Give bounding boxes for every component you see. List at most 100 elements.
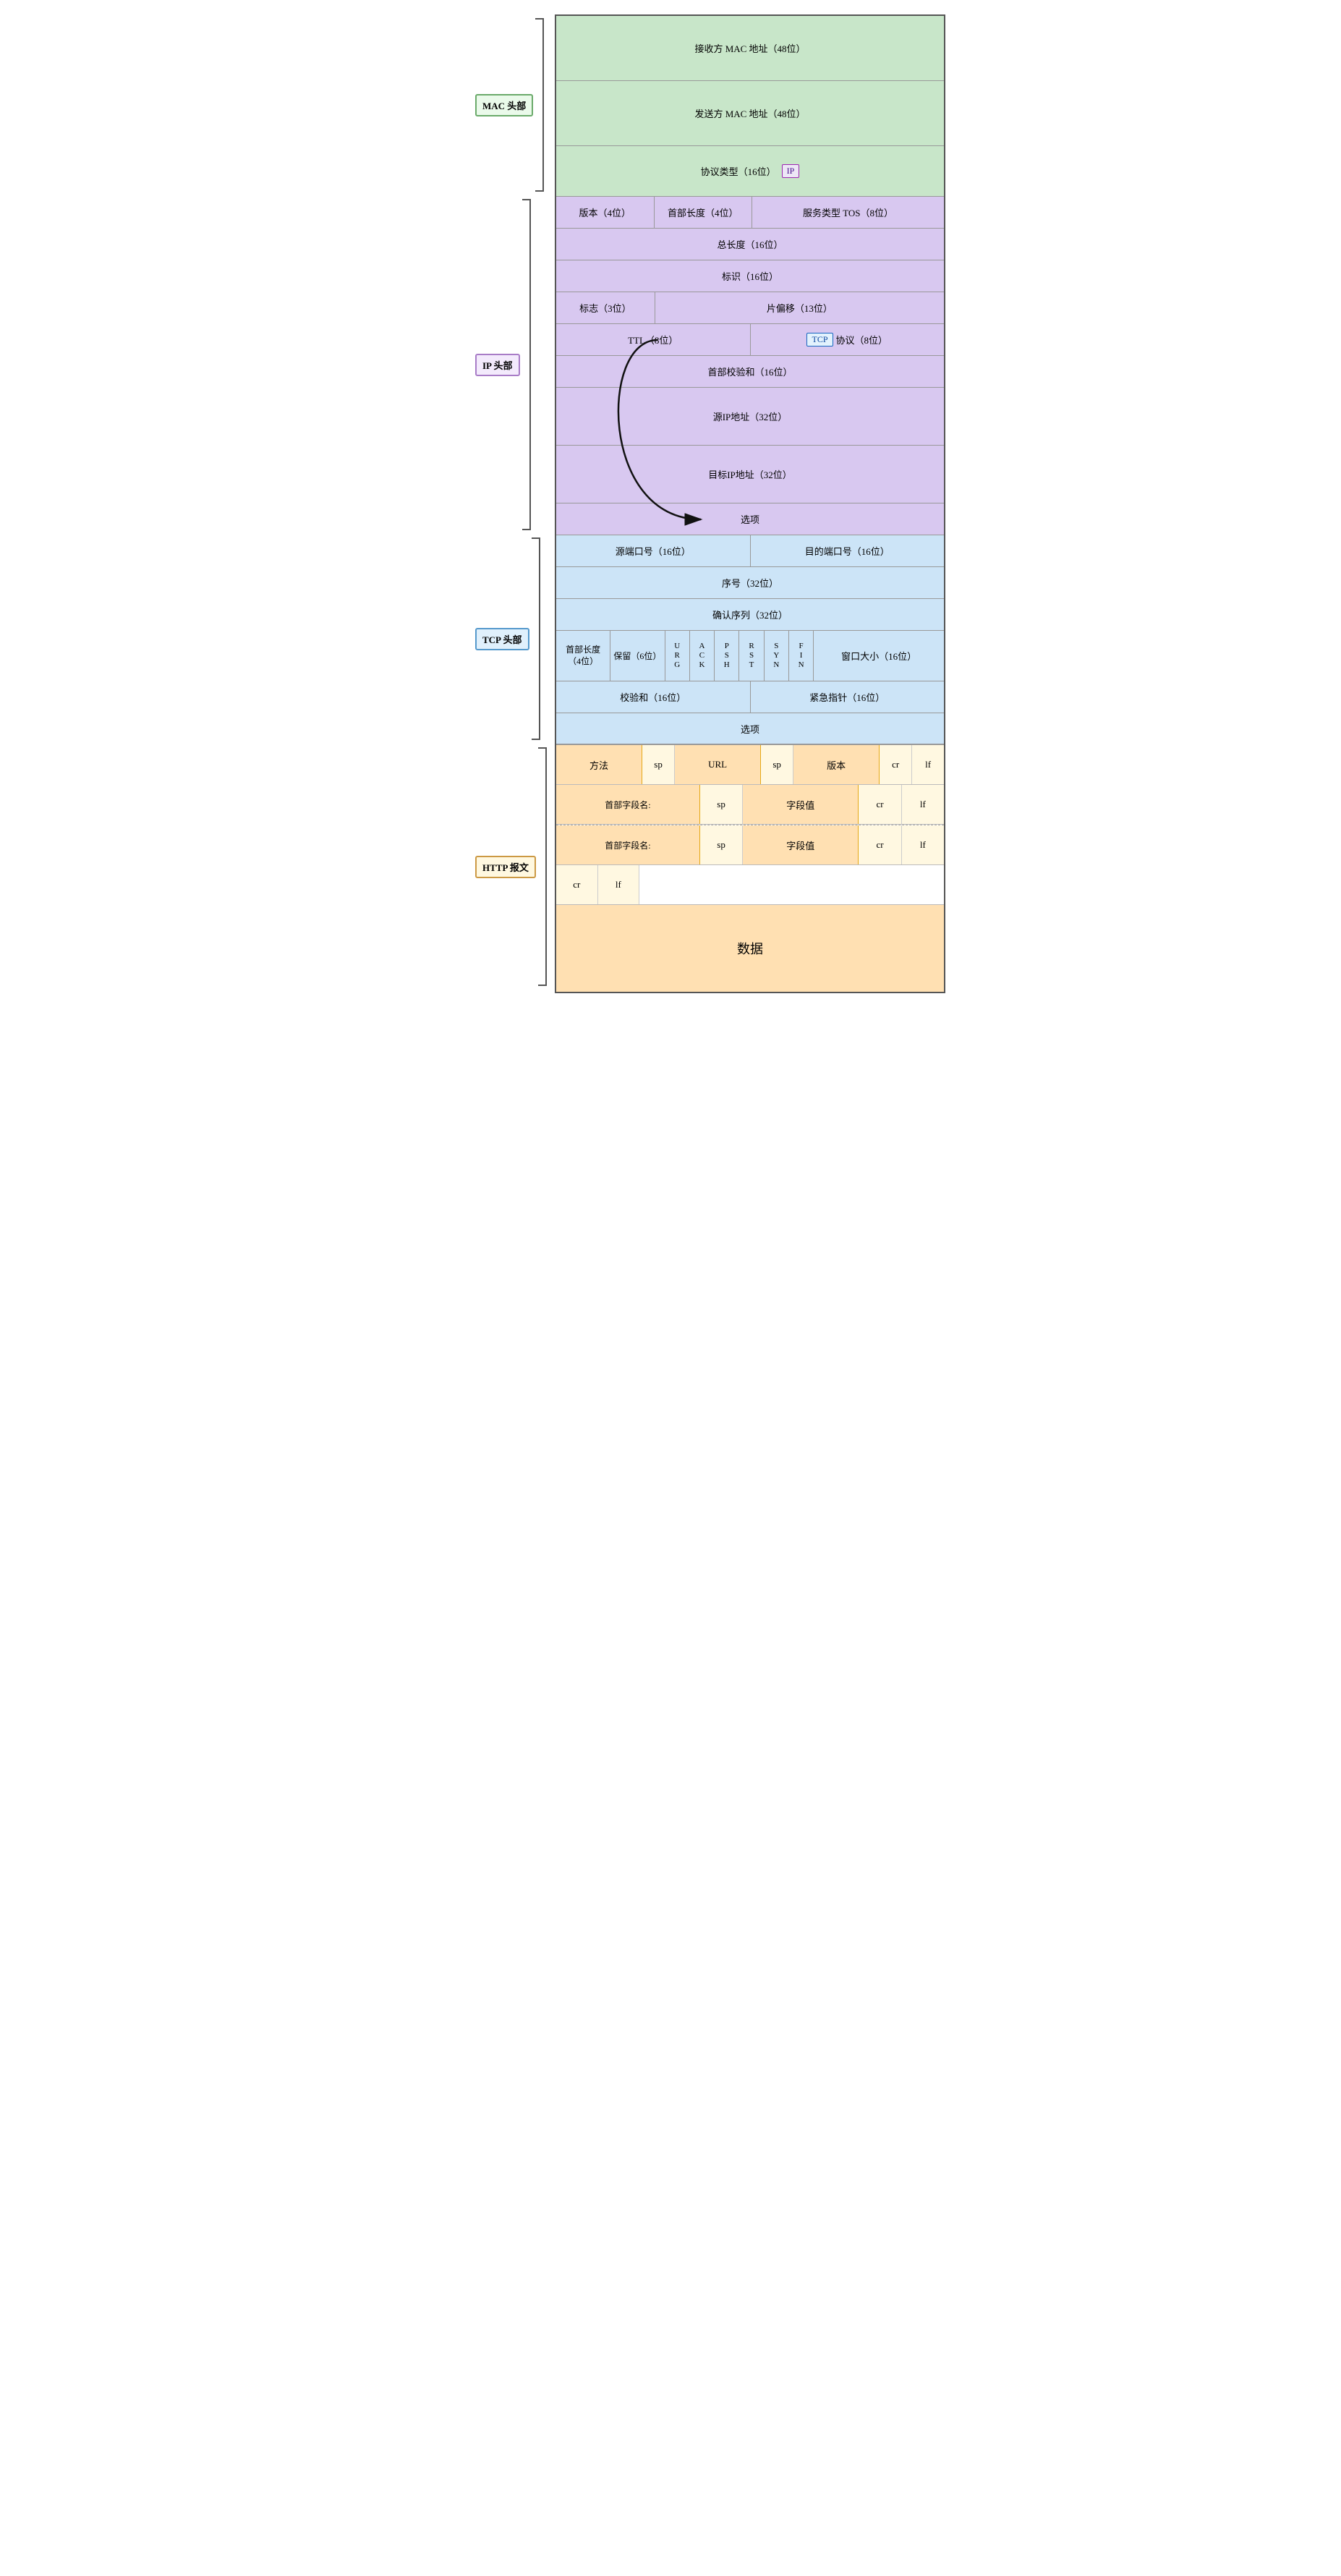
http-lf1: lf (912, 745, 944, 784)
ip-fragoff-text: 片偏移（13位） (767, 301, 833, 315)
tcp-label-box: TCP 头部 (475, 628, 529, 650)
tcp-window-text: 窗口大小（16位） (841, 649, 916, 663)
tcp-row4: 首部长度 （4位） 保留（6位） U R G A C K (556, 631, 944, 681)
tcp-dstport-text: 目的端口号（16位） (805, 544, 890, 558)
ip-checksum: 首部校验和（16位） (556, 356, 944, 387)
mac-row-src: 发送方 MAC 地址（48位） (556, 81, 944, 146)
ip-ident-text: 标识（16位） (722, 269, 778, 283)
tcp-checksum: 校验和（16位） (556, 681, 751, 713)
tcp-flag-rst: R S T (739, 631, 764, 681)
ip-proto-text: 协议（8位） (836, 333, 888, 347)
http-cr3-text: cr (876, 839, 883, 851)
http-lf3-text: lf (920, 839, 926, 851)
mac-brace (535, 18, 544, 192)
mac-label-group: MAC 头部 (475, 14, 555, 195)
ip-label-box: IP 头部 (475, 354, 520, 376)
ip-src-text: 源IP地址（32位） (713, 409, 788, 423)
ip-options-text: 选项 (741, 512, 759, 526)
http-section: 方法 sp URL sp 版本 (556, 745, 944, 992)
tcp-flag-psh: P S H (715, 631, 739, 681)
tcp-row6: 选项 (556, 713, 944, 745)
mac-row-proto: 协议类型（16位） IP (556, 146, 944, 197)
http-method-text: 方法 (589, 758, 608, 772)
tcp-srcport-text: 源端口号（16位） (616, 544, 691, 558)
tcp-reserved-text: 保留（6位） (613, 650, 661, 662)
mac-ip-tag-text: IP (787, 166, 795, 176)
http-cr2: cr (859, 785, 901, 824)
http-sp2-text: sp (772, 759, 781, 770)
ip-label-text: IP 头部 (482, 360, 513, 371)
ip-row2: 总长度（16位） (556, 229, 944, 260)
tcp-flag-urg: U R G (665, 631, 690, 681)
ip-row5: TTL（8位） TCP 协议（8位） (556, 324, 944, 356)
http-field2-name-text: 首部字段名: (605, 839, 650, 851)
tcp-ack-text: 确认序列（32位） (712, 608, 788, 621)
ip-row3: 标识（16位） (556, 260, 944, 292)
http-field2-name: 首部字段名: (556, 825, 700, 864)
http-sp2: sp (761, 745, 793, 784)
page-layout: MAC 头部 IP 头部 TCP 头部 (396, 14, 945, 993)
ip-ident: 标识（16位） (556, 260, 944, 292)
tcp-hdrlen-text: 首部长度 （4位） (566, 645, 600, 667)
http-label-text: HTTP 报文 (482, 862, 529, 873)
tcp-seq: 序号（32位） (556, 567, 944, 598)
mac-src-cell: 发送方 MAC 地址（48位） (556, 81, 944, 145)
tcp-row2: 序号（32位） (556, 567, 944, 599)
http-sp4-text: sp (717, 839, 725, 851)
http-cr4-text: cr (573, 879, 580, 890)
http-version: 版本 (793, 745, 880, 784)
http-sp1-text: sp (654, 759, 663, 770)
tcp-flag-syn: S Y N (765, 631, 789, 681)
tcp-tag-text: TCP (812, 334, 827, 344)
http-lf1-text: lf (925, 759, 931, 770)
tcp-options-text: 选项 (741, 722, 759, 736)
tcp-options: 选项 (556, 713, 944, 744)
tcp-row1: 源端口号（16位） 目的端口号（16位） (556, 535, 944, 567)
http-sp1: sp (642, 745, 675, 784)
ip-version: 版本（4位） (556, 197, 655, 228)
ip-row6: 首部校验和（16位） (556, 356, 944, 388)
http-lf2: lf (902, 785, 944, 824)
http-lf4-text: lf (616, 879, 621, 890)
ip-totlen: 总长度（16位） (556, 229, 944, 260)
mac-src-text: 发送方 MAC 地址（48位） (694, 106, 805, 120)
tcp-reserved: 保留（6位） (610, 631, 665, 681)
ip-tos: 服务类型 TOS（8位） (752, 197, 944, 228)
http-data-text: 数据 (737, 939, 763, 958)
http-cr2-text: cr (876, 799, 883, 810)
http-row2: 首部字段名: sp 字段值 cr lf (556, 785, 944, 825)
tcp-label-group: TCP 头部 (475, 534, 555, 744)
mac-dest-text: 接收方 MAC 地址（48位） (694, 41, 805, 55)
http-field1-value: 字段值 (743, 785, 859, 824)
http-row4: cr lf (556, 865, 944, 905)
http-field1-value-text: 字段值 (786, 798, 814, 812)
tcp-tag: TCP (806, 333, 833, 347)
ip-version-text: 版本（4位） (579, 205, 631, 219)
tcp-row5: 校验和（16位） 紧急指针（16位） (556, 681, 944, 713)
ip-row7: 源IP地址（32位） (556, 388, 944, 446)
ip-checksum-text: 首部校验和（16位） (707, 365, 792, 378)
tcp-flag-fin-text: F I N (799, 642, 804, 671)
tcp-seq-text: 序号（32位） (722, 576, 778, 590)
ip-ttl-text: TTL（8位） (628, 333, 678, 347)
mac-label-text: MAC 头部 (482, 101, 526, 111)
mac-proto-text: 协议类型（16位） (701, 164, 776, 178)
tcp-row3: 确认序列（32位） (556, 599, 944, 631)
http-field1-name-text: 首部字段名: (605, 799, 650, 811)
tcp-brace (532, 537, 540, 740)
http-cr3: cr (859, 825, 901, 864)
ip-totlen-text: 总长度（16位） (717, 237, 783, 251)
ip-ttl: TTL（8位） (556, 324, 751, 355)
ip-dst-text: 目标IP地址（32位） (708, 467, 792, 481)
left-labels (396, 14, 475, 993)
http-sp3-text: sp (717, 799, 725, 810)
http-row1: 方法 sp URL sp 版本 (556, 745, 944, 785)
ip-tos-text: 服务类型 TOS（8位） (803, 205, 893, 219)
tcp-section: 源端口号（16位） 目的端口号（16位） 序号（32位） (556, 535, 944, 745)
tcp-urgent: 紧急指针（16位） (751, 681, 945, 713)
tcp-dstport: 目的端口号（16位） (751, 535, 945, 566)
ip-section: 版本（4位） 首部长度（4位） 服务类型 TOS（8位） 总长度（16位） (556, 197, 944, 535)
ip-options: 选项 (556, 503, 944, 535)
ip-flags: 标志（3位） (556, 292, 655, 323)
tcp-hdrlen: 首部长度 （4位） (556, 631, 610, 681)
